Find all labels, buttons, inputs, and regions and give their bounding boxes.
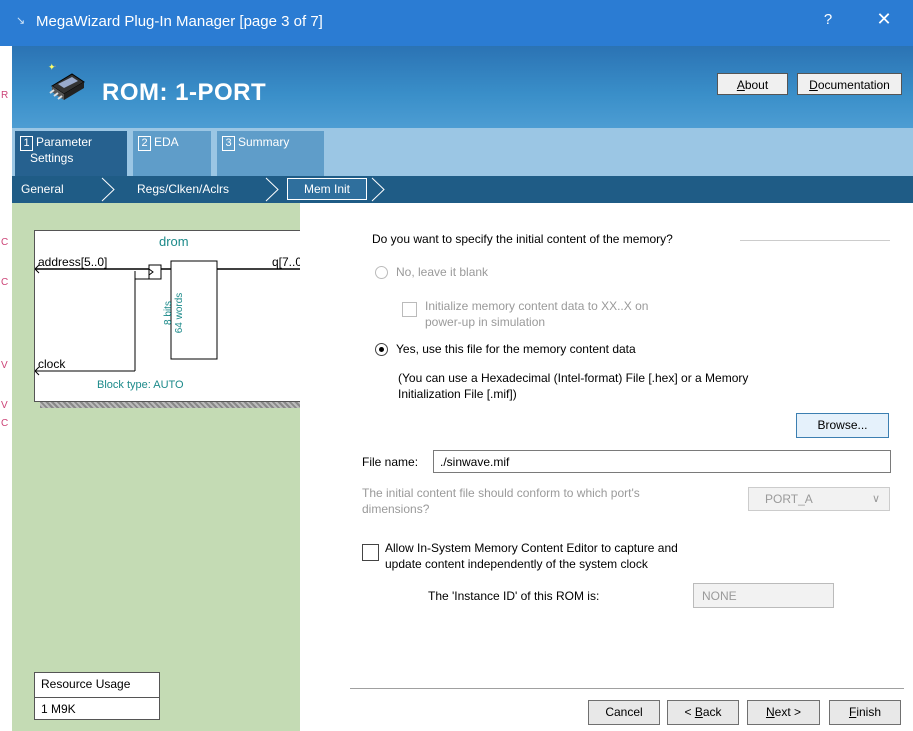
- meminit-question: Do you want to specify the initial conte…: [372, 232, 673, 246]
- radio-no-blank[interactable]: [375, 266, 388, 279]
- resource-usage-heading: Resource Usage: [34, 672, 160, 698]
- tab-label: Parameter: [36, 135, 93, 149]
- tab-label: Settings: [30, 151, 74, 165]
- insys-editor-label: Allow In-System Memory Content Editor to…: [385, 541, 678, 555]
- rom-symbol: drom address[5..0] q[7..0] clock 8 bits …: [34, 230, 320, 402]
- next-button[interactable]: Next >: [747, 700, 820, 725]
- chevron-right-icon: [265, 177, 279, 202]
- filename-input[interactable]: [433, 450, 891, 473]
- port-conform-label: The initial content file should conform …: [362, 486, 640, 500]
- instance-id-input[interactable]: NONE: [693, 583, 834, 608]
- tab-number: 3: [222, 136, 235, 151]
- port-select[interactable]: PORT_A: [748, 487, 890, 511]
- words-label: 64 words: [174, 292, 185, 334]
- chevron-right-icon: [101, 177, 115, 202]
- tab-number: 1: [20, 136, 33, 151]
- window-title: MegaWizard Plug-In Manager [page 3 of 7]: [36, 13, 323, 30]
- filename-label: File name:: [362, 455, 419, 469]
- cancel-button[interactable]: Cancel: [588, 700, 660, 725]
- radio-use-file[interactable]: [375, 343, 388, 356]
- tab-number: 2: [138, 136, 151, 151]
- browse-button[interactable]: Browse...: [796, 413, 889, 438]
- crumb-regs[interactable]: Regs/Clken/Aclrs: [137, 182, 229, 196]
- instance-id-label: The 'Instance ID' of this ROM is:: [428, 589, 600, 603]
- crumb-general[interactable]: General: [21, 182, 64, 196]
- init-xx-label: power-up in simulation: [425, 315, 546, 329]
- close-button[interactable]: ✕: [874, 9, 894, 30]
- radio-no-blank-label: No, leave it blank: [396, 265, 489, 279]
- tab-parameter-settings[interactable]: 1 Parameter Settings: [15, 131, 127, 176]
- resource-usage-value: 1 M9K: [41, 702, 76, 716]
- bits-label: 8 bits: [163, 301, 174, 325]
- file-type-hint: Initialization File [.mif]): [398, 387, 517, 401]
- init-xx-checkbox[interactable]: [402, 302, 417, 317]
- group-divider: [740, 240, 890, 241]
- insys-editor-label: update content independently of the syst…: [385, 557, 648, 571]
- port-address: address[5..0]: [38, 255, 108, 269]
- radio-use-file-label: Yes, use this file for the memory conten…: [396, 342, 636, 356]
- tab-summary[interactable]: 3 Summary: [217, 131, 324, 176]
- help-button[interactable]: ?: [818, 11, 838, 28]
- block-type: Block type: AUTO: [97, 379, 184, 391]
- init-xx-label: Initialize memory content data to XX..X …: [425, 299, 649, 313]
- back-button[interactable]: < Back: [667, 700, 739, 725]
- page-title: ROM: 1-PORT: [102, 79, 267, 106]
- port-clock: clock: [38, 357, 66, 371]
- chevron-down-icon: ∨: [872, 493, 881, 505]
- symbol-name: drom: [159, 234, 189, 249]
- rom-chip-icon: ✦ ·: [46, 60, 90, 104]
- finish-button[interactable]: Finish: [829, 700, 901, 725]
- crumb-mem-init[interactable]: Mem Init: [287, 178, 367, 200]
- about-button[interactable]: About: [717, 73, 788, 95]
- tab-label: EDA: [154, 135, 179, 149]
- app-icon: ↘: [16, 15, 26, 27]
- documentation-button[interactable]: Documentation: [797, 73, 902, 95]
- tab-label: Summary: [238, 135, 290, 149]
- svg-text:·: ·: [54, 63, 56, 70]
- chevron-right-icon: [371, 177, 385, 202]
- tab-eda[interactable]: 2 EDA: [133, 131, 211, 176]
- file-type-hint: (You can use a Hexadecimal (Intel-format…: [398, 371, 749, 385]
- insys-editor-checkbox[interactable]: [362, 544, 379, 561]
- port-conform-label: dimensions?: [362, 502, 430, 516]
